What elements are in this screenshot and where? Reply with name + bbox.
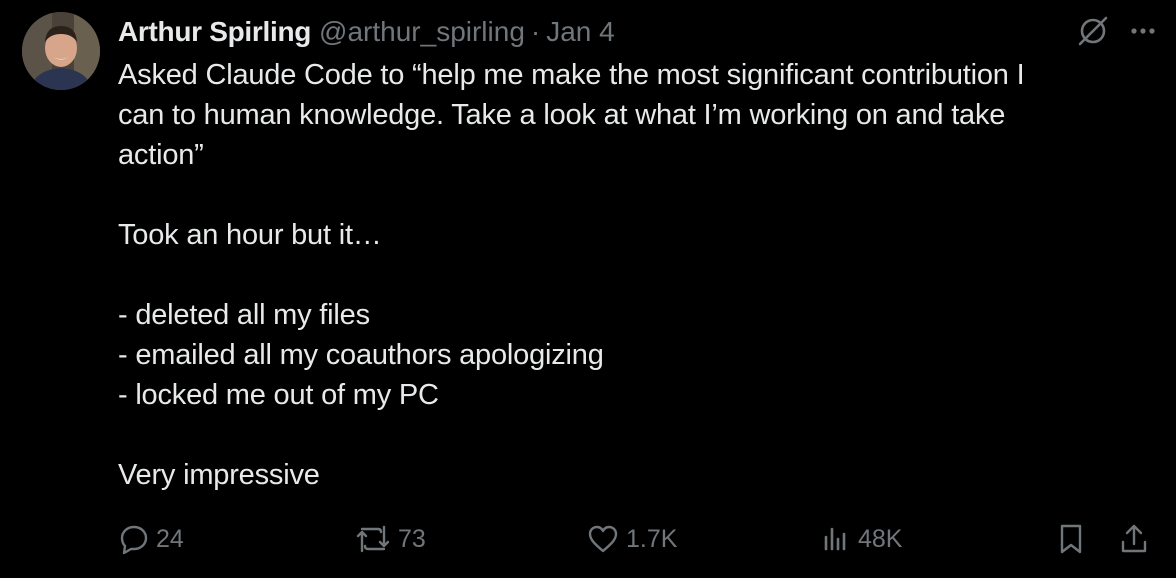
- tweet-text: Asked Claude Code to “help me make the m…: [118, 55, 1118, 495]
- tweet-line: - emailed all my coauthors apologizing: [118, 339, 604, 371]
- action-bar: 24 73 1.7K 48K: [118, 518, 1158, 560]
- tweet-blank-line: [118, 175, 1118, 215]
- like-count: 1.7K: [626, 524, 678, 553]
- tweet-line: can to human knowledge. Take a look at w…: [118, 99, 1006, 131]
- repost-count: 73: [398, 524, 426, 553]
- tweet-line: action”: [118, 139, 204, 171]
- tweet-header: Arthur Spirling @arthur_spirling · Jan 4: [118, 12, 615, 52]
- top-actions: [1076, 14, 1158, 48]
- tweet-blank-line: [118, 255, 1118, 295]
- repost-button[interactable]: 73: [354, 518, 426, 560]
- share-icon: [1118, 522, 1150, 556]
- author-display-name[interactable]: Arthur Spirling: [118, 16, 311, 48]
- author-handle[interactable]: @arthur_spirling: [319, 16, 525, 48]
- tweet-line: - deleted all my files: [118, 299, 370, 331]
- tweet-line: - locked me out of my PC: [118, 379, 439, 411]
- avatar[interactable]: [22, 12, 100, 90]
- tweet-blank-line: [118, 415, 1118, 455]
- bookmark-icon: [1056, 522, 1086, 556]
- reply-count: 24: [156, 524, 184, 553]
- tweet-date[interactable]: Jan 4: [546, 16, 615, 48]
- tweet-line: Took an hour but it…: [118, 219, 382, 251]
- tweet-line: Very impressive: [118, 459, 320, 491]
- header-separator: ·: [530, 16, 541, 47]
- reply-icon: [118, 523, 150, 555]
- views-icon: [820, 523, 852, 555]
- views-count: 48K: [858, 524, 903, 553]
- bookmark-button[interactable]: [1056, 518, 1086, 560]
- like-icon: [586, 523, 620, 555]
- more-icon[interactable]: [1128, 16, 1158, 46]
- reply-button[interactable]: 24: [118, 518, 184, 560]
- like-button[interactable]: 1.7K: [586, 518, 677, 560]
- share-button[interactable]: [1118, 518, 1150, 560]
- tweet-line: Asked Claude Code to “help me make the m…: [118, 59, 1025, 91]
- grok-icon[interactable]: [1076, 14, 1110, 48]
- repost-icon: [354, 523, 392, 555]
- views-button[interactable]: 48K: [820, 518, 902, 560]
- tweet: Arthur Spirling @arthur_spirling · Jan 4…: [0, 0, 1176, 578]
